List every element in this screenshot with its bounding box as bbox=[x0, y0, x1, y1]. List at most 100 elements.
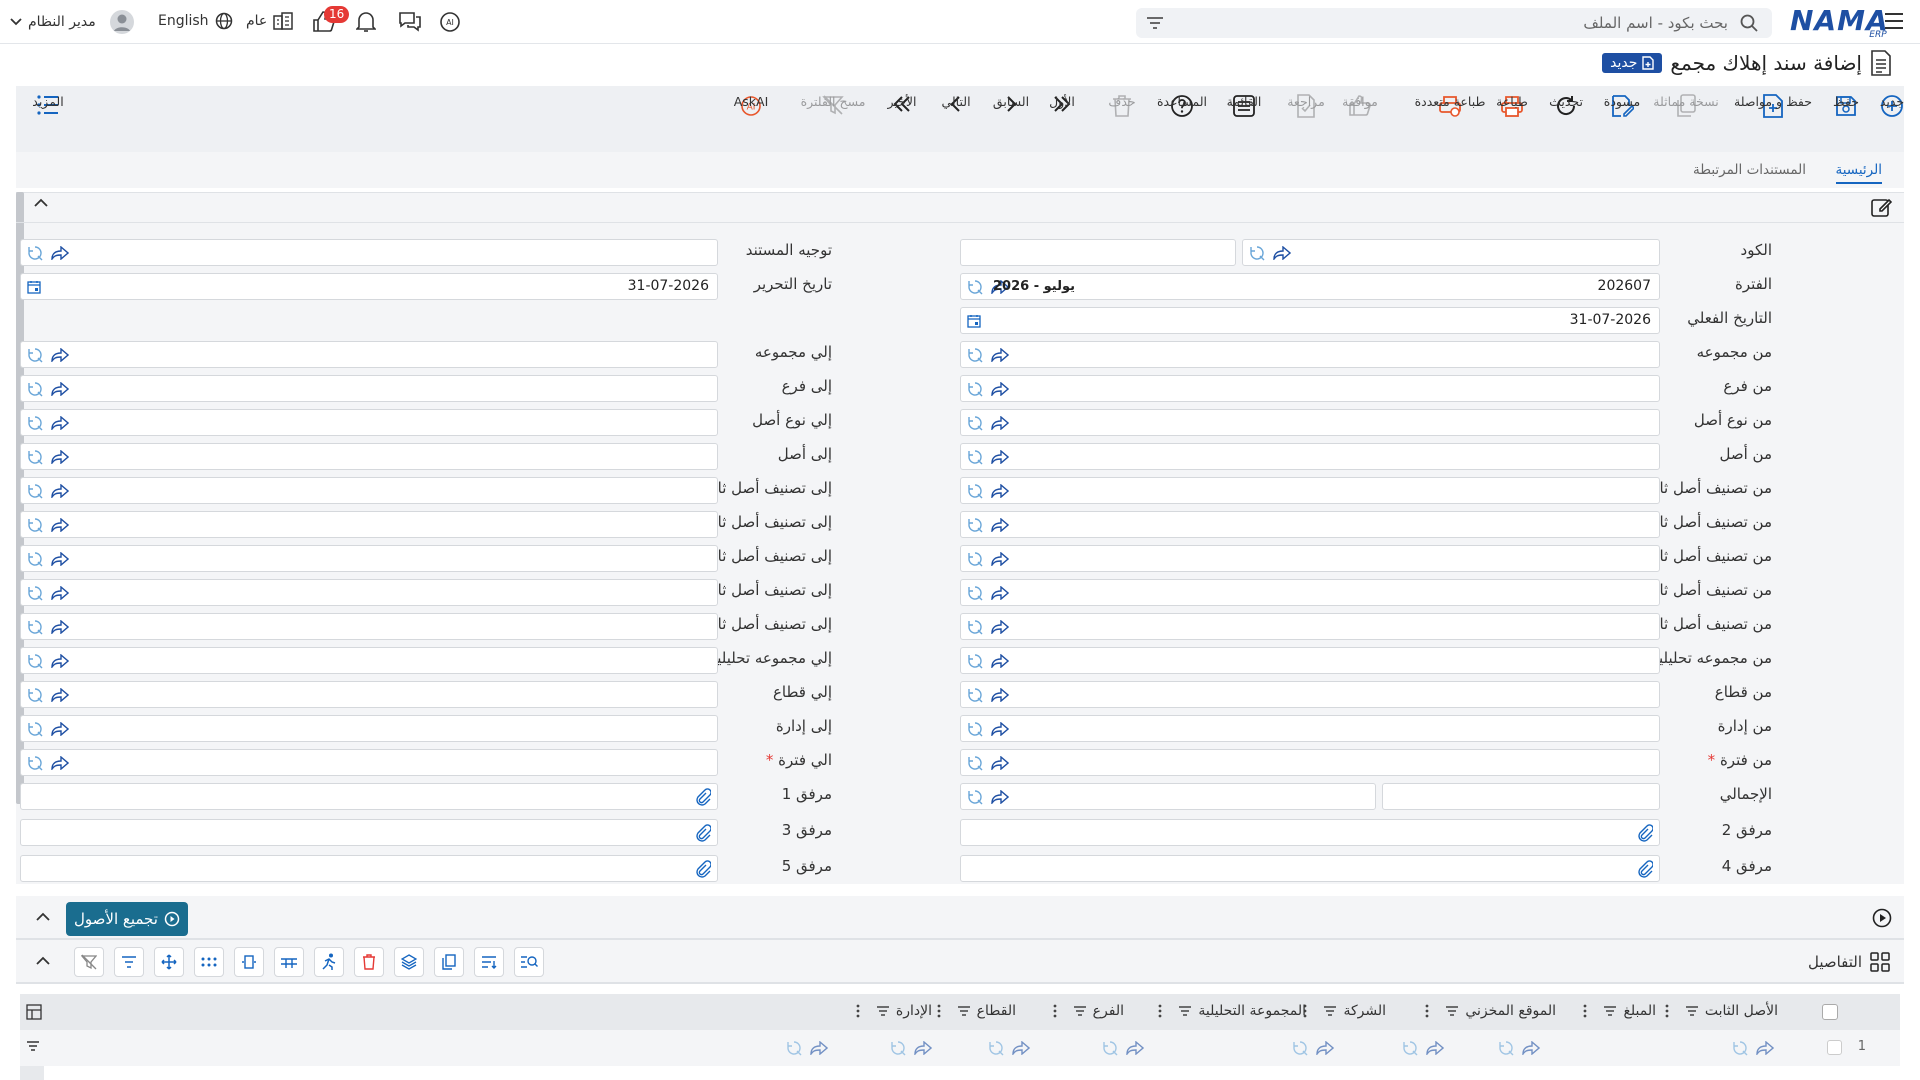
search-list-tool[interactable] bbox=[514, 947, 544, 977]
approve-button[interactable]: موافقة bbox=[1330, 94, 1390, 116]
open-link-icon[interactable] bbox=[1126, 1040, 1144, 1056]
column-filter-icon[interactable] bbox=[1685, 1005, 1699, 1017]
lookup-search-icon[interactable] bbox=[27, 517, 43, 533]
lookup-search-icon[interactable] bbox=[786, 1040, 802, 1056]
lookup-search-icon[interactable] bbox=[27, 721, 43, 737]
column-filter-icon[interactable] bbox=[1323, 1005, 1337, 1017]
row-checkbox[interactable] bbox=[1827, 1040, 1842, 1055]
next-button[interactable]: التالي bbox=[926, 94, 986, 114]
open-link-icon[interactable] bbox=[51, 381, 69, 397]
insert-row-tool[interactable] bbox=[274, 947, 304, 977]
column-menu-icon[interactable] bbox=[1425, 1004, 1429, 1018]
column-filter-icon[interactable] bbox=[1445, 1005, 1459, 1017]
open-link-icon[interactable] bbox=[51, 449, 69, 465]
run-icon[interactable] bbox=[314, 947, 344, 977]
column-menu-icon[interactable] bbox=[937, 1004, 941, 1018]
lookup-search-icon[interactable] bbox=[967, 449, 983, 465]
from-period-field[interactable] bbox=[960, 749, 1660, 776]
lookup-search-icon[interactable] bbox=[27, 381, 43, 397]
chat-icon[interactable] bbox=[398, 11, 422, 33]
attachment-3-field[interactable] bbox=[20, 819, 718, 846]
play-circle-icon[interactable] bbox=[1872, 908, 1892, 928]
list-button[interactable]: القائمة bbox=[1214, 94, 1274, 118]
clear-filter-tool[interactable] bbox=[74, 947, 104, 977]
open-link-icon[interactable] bbox=[51, 415, 69, 431]
open-link-icon[interactable] bbox=[1756, 1040, 1774, 1056]
lookup-search-icon[interactable] bbox=[1402, 1040, 1418, 1056]
filter-icon[interactable] bbox=[26, 1040, 40, 1052]
column-menu-icon[interactable] bbox=[856, 1004, 860, 1018]
to-class-2-field[interactable] bbox=[20, 511, 718, 538]
open-link-icon[interactable] bbox=[51, 653, 69, 669]
open-link-icon[interactable] bbox=[991, 381, 1009, 397]
calendar-icon[interactable] bbox=[27, 280, 41, 294]
attachment-1-field[interactable] bbox=[20, 783, 718, 810]
column-header[interactable]: الموقع المخزني bbox=[1425, 1003, 1556, 1019]
attachment-5-field[interactable] bbox=[20, 855, 718, 882]
filter-tool[interactable] bbox=[114, 947, 144, 977]
lookup-search-icon[interactable] bbox=[890, 1040, 906, 1056]
collapse-chevron-icon[interactable] bbox=[36, 912, 50, 922]
doc-direction-field[interactable] bbox=[20, 239, 718, 266]
open-link-icon[interactable] bbox=[991, 415, 1009, 431]
open-link-icon[interactable] bbox=[1522, 1040, 1540, 1056]
column-header[interactable]: القطاع bbox=[937, 1003, 1016, 1019]
lookup-search-icon[interactable] bbox=[27, 449, 43, 465]
from-class-4-field[interactable] bbox=[960, 579, 1660, 606]
open-link-icon[interactable] bbox=[991, 517, 1009, 533]
to-class-4-field[interactable] bbox=[20, 579, 718, 606]
approvals-button[interactable]: 16 bbox=[312, 6, 350, 32]
open-link-icon[interactable] bbox=[991, 449, 1009, 465]
open-link-icon[interactable] bbox=[51, 551, 69, 567]
first-button[interactable]: الأول bbox=[1032, 94, 1092, 114]
attachment-icon[interactable] bbox=[695, 860, 711, 878]
open-link-icon[interactable] bbox=[51, 721, 69, 737]
total-input[interactable] bbox=[1382, 783, 1660, 810]
user-menu[interactable]: مدير النظام bbox=[10, 10, 134, 34]
lookup-search-icon[interactable] bbox=[27, 483, 43, 499]
fit-columns-tool[interactable] bbox=[234, 947, 264, 977]
tab-related-documents[interactable]: المستندات المرتبطة bbox=[1693, 162, 1806, 178]
collapse-chevron-icon[interactable] bbox=[34, 198, 48, 208]
copy-row-tool[interactable] bbox=[434, 947, 464, 977]
column-menu-icon[interactable] bbox=[1583, 1004, 1587, 1018]
column-menu-icon[interactable] bbox=[1665, 1004, 1669, 1018]
open-link-icon[interactable] bbox=[51, 245, 69, 261]
lookup-search-icon[interactable] bbox=[27, 755, 43, 771]
lookup-search-icon[interactable] bbox=[27, 551, 43, 567]
search-input[interactable] bbox=[1176, 8, 1736, 38]
to-asset-type-field[interactable] bbox=[20, 409, 718, 436]
lookup-search-icon[interactable] bbox=[967, 381, 983, 397]
lookup-search-icon[interactable] bbox=[967, 585, 983, 601]
open-link-icon[interactable] bbox=[991, 551, 1009, 567]
ai-assistant-icon[interactable]: AI bbox=[438, 10, 462, 34]
askai-button[interactable]: AI AskAI bbox=[721, 94, 781, 118]
to-department-field[interactable] bbox=[20, 715, 718, 742]
language-switch[interactable]: English bbox=[158, 12, 233, 30]
period-field[interactable]: 202607 2026 - يوليو bbox=[960, 273, 1660, 300]
attachment-icon[interactable] bbox=[1637, 860, 1653, 878]
attachment-icon[interactable] bbox=[695, 824, 711, 842]
from-class-1-field[interactable] bbox=[960, 477, 1660, 504]
column-menu-icon[interactable] bbox=[1053, 1004, 1057, 1018]
from-sector-field[interactable] bbox=[960, 681, 1660, 708]
lookup-search-icon[interactable] bbox=[967, 415, 983, 431]
lookup-search-icon[interactable] bbox=[27, 415, 43, 431]
to-period-field[interactable] bbox=[20, 749, 718, 776]
to-group-field[interactable] bbox=[20, 341, 718, 368]
open-link-icon[interactable] bbox=[810, 1040, 828, 1056]
edit-date-field[interactable]: 31-07-2026 bbox=[20, 273, 718, 300]
lookup-search-icon[interactable] bbox=[967, 755, 983, 771]
lookup-search-icon[interactable] bbox=[27, 653, 43, 669]
open-link-icon[interactable] bbox=[991, 347, 1009, 363]
collect-assets-button[interactable]: تجميع الأصول bbox=[66, 902, 188, 936]
lookup-search-icon[interactable] bbox=[1249, 245, 1265, 261]
open-link-icon[interactable] bbox=[991, 755, 1009, 771]
open-link-icon[interactable] bbox=[991, 619, 1009, 635]
open-link-icon[interactable] bbox=[1426, 1040, 1444, 1056]
refresh-button[interactable]: تحديث bbox=[1536, 94, 1596, 118]
column-header[interactable]: المجموعة التحليلية bbox=[1158, 1003, 1306, 1019]
lookup-search-icon[interactable] bbox=[1102, 1040, 1118, 1056]
lookup-search-icon[interactable] bbox=[967, 653, 983, 669]
lookup-search-icon[interactable] bbox=[27, 687, 43, 703]
